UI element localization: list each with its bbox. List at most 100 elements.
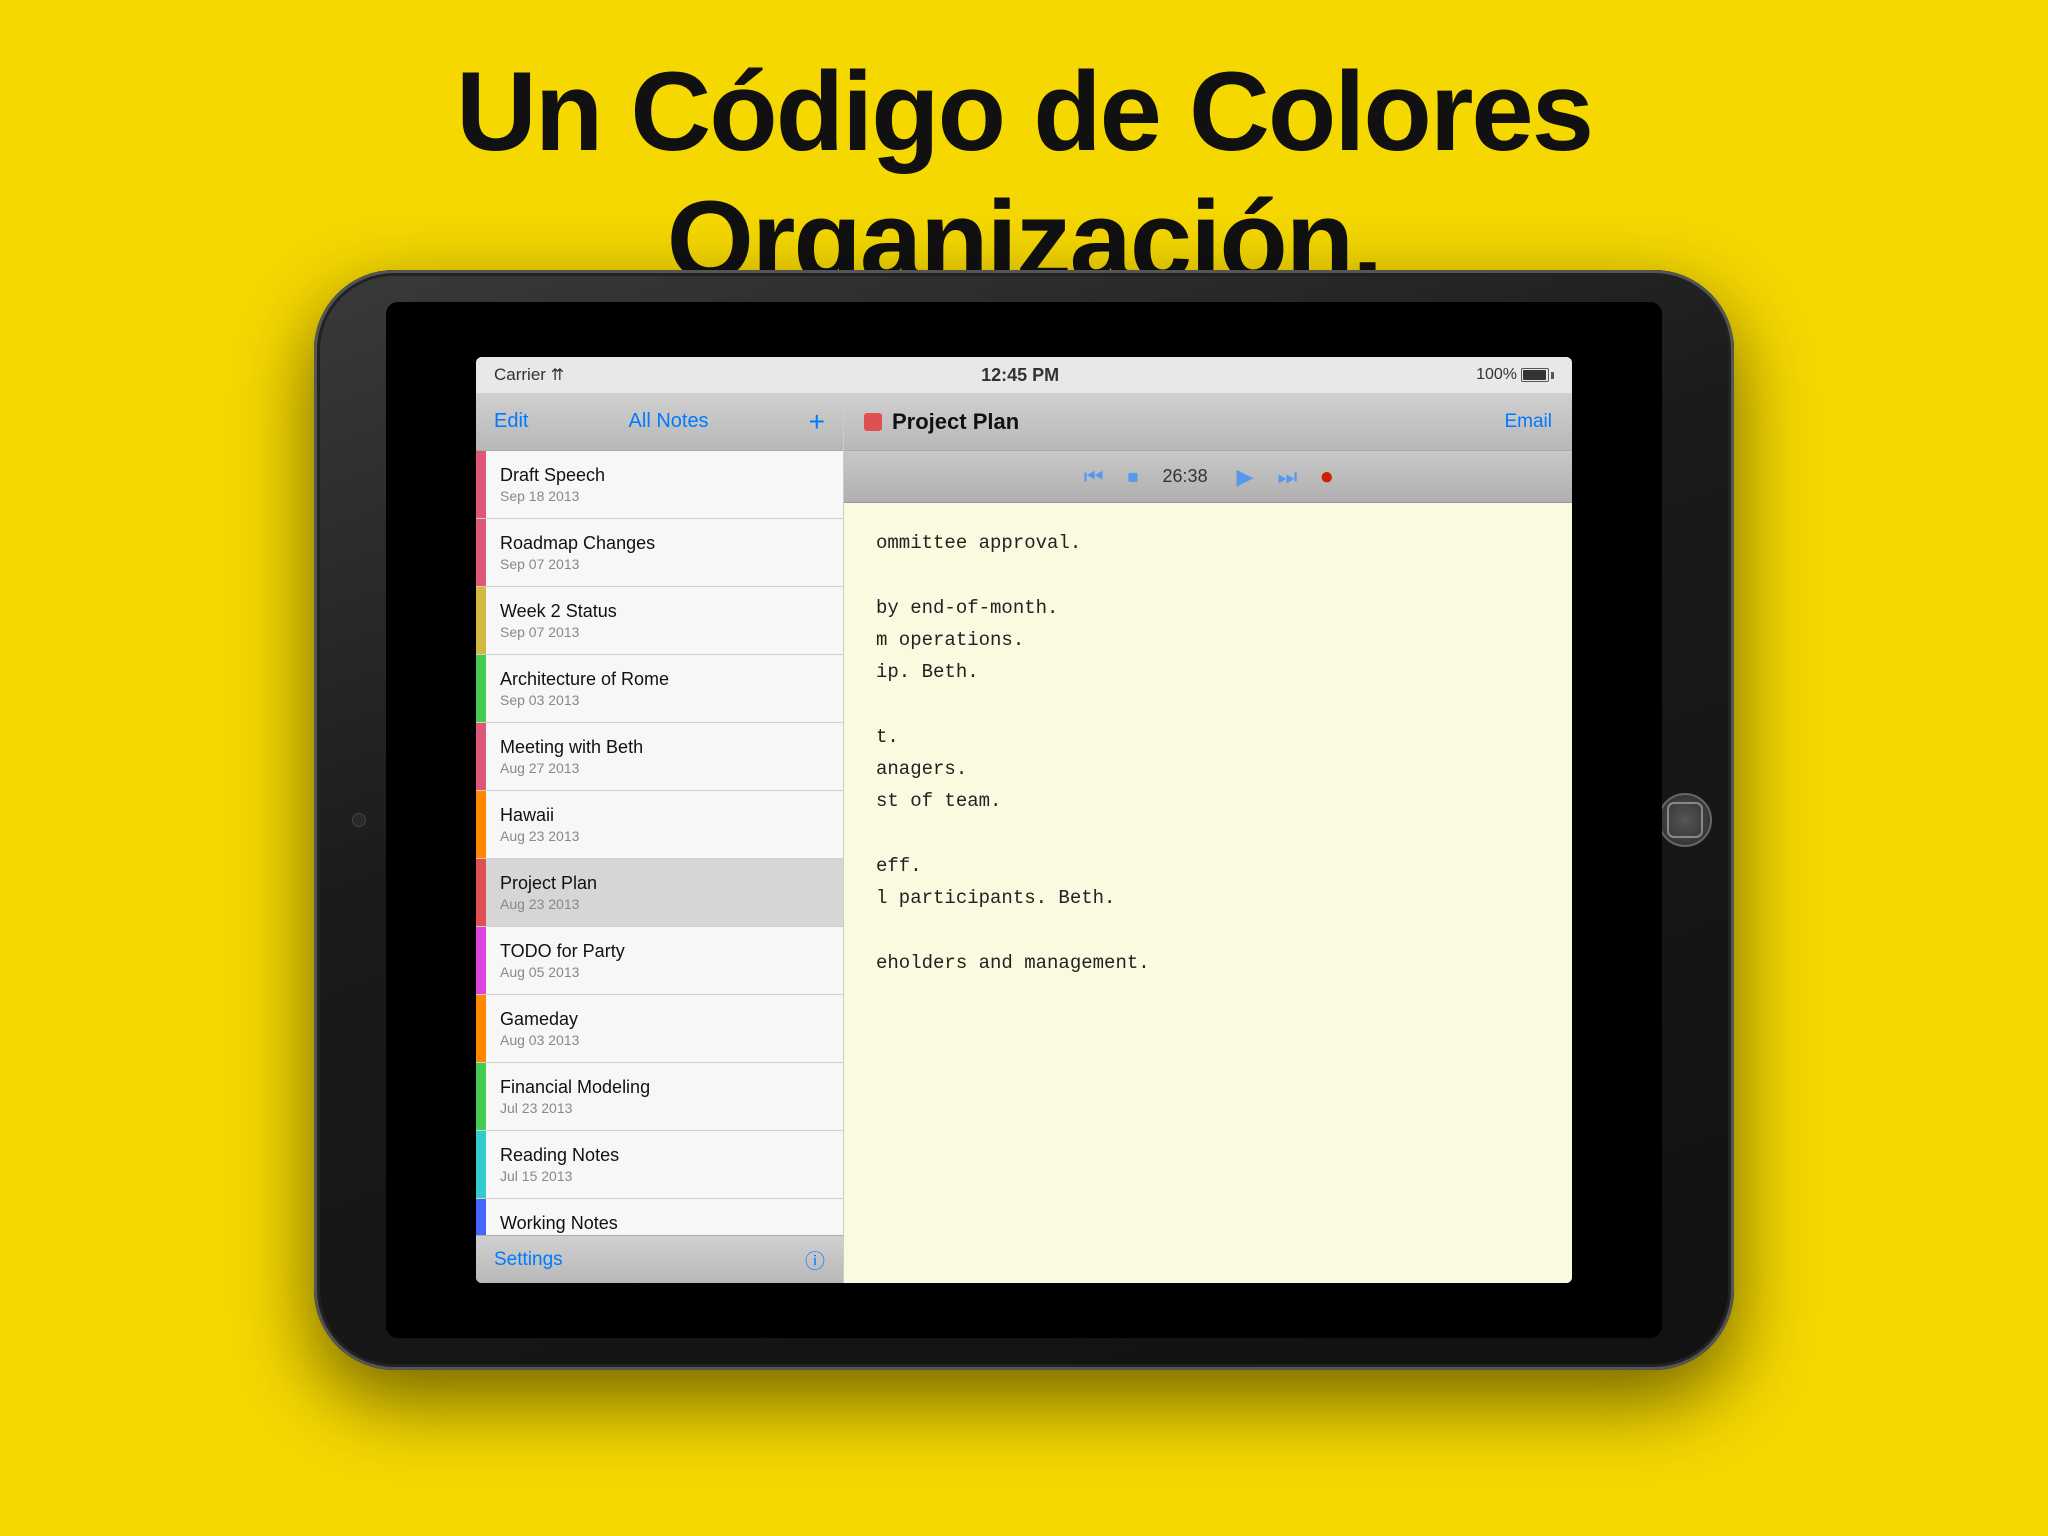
note-color-bar (476, 451, 486, 518)
all-notes-button[interactable]: All Notes (629, 410, 709, 433)
record-button[interactable]: ⏺ (1321, 464, 1332, 490)
note-text-area: Reading Notes Jul 15 2013 (486, 1131, 843, 1198)
carrier-text: Carrier (494, 365, 546, 384)
note-list-item[interactable]: Project Plan Aug 23 2013 (476, 859, 843, 927)
note-item-title: Draft Speech (500, 465, 829, 486)
home-button-inner (1667, 802, 1703, 838)
note-item-date: Aug 03 2013 (500, 1032, 829, 1048)
note-item-title: Roadmap Changes (500, 533, 829, 554)
note-content-area[interactable]: ommittee approval. by end-of-month.m ope… (844, 503, 1572, 1283)
note-item-date: Sep 07 2013 (500, 556, 829, 572)
note-item-title: Week 2 Status (500, 601, 829, 622)
note-color-bar (476, 1131, 486, 1198)
status-bar: Carrier ⇈ 12:45 PM 100% (476, 357, 1572, 393)
carrier-label: Carrier ⇈ (494, 365, 564, 385)
note-content-line: t. (876, 721, 1540, 753)
note-content-line: st of team. (876, 785, 1540, 817)
note-content-line: anagers. (876, 753, 1540, 785)
note-content-line: m operations. (876, 624, 1540, 656)
note-item-date: Aug 05 2013 (500, 964, 829, 980)
note-text-area: Working Notes Jul 12 2013 (486, 1199, 843, 1235)
note-text-area: Financial Modeling Jul 23 2013 (486, 1063, 843, 1130)
notes-scroll-area[interactable]: Draft Speech Sep 18 2013 Roadmap Changes… (476, 451, 843, 1235)
battery-indicator: 100% (1476, 366, 1554, 384)
note-item-date: Sep 18 2013 (500, 488, 829, 504)
note-content-line: eholders and management. (876, 947, 1540, 979)
note-list-item[interactable]: Meeting with Beth Aug 27 2013 (476, 723, 843, 791)
note-list-item[interactable]: Architecture of Rome Sep 03 2013 (476, 655, 843, 723)
note-item-title: Meeting with Beth (500, 737, 829, 758)
note-list-item[interactable]: Hawaii Aug 23 2013 (476, 791, 843, 859)
note-content-line (876, 915, 1540, 947)
note-item-date: Sep 03 2013 (500, 692, 829, 708)
note-list-item[interactable]: TODO for Party Aug 05 2013 (476, 927, 843, 995)
detail-note-title: Project Plan (892, 409, 1019, 435)
notes-list-panel: Edit All Notes + Draft Speech Sep 18 201… (476, 393, 844, 1283)
detail-toolbar: Project Plan Email (844, 393, 1572, 451)
battery-percent: 100% (1476, 366, 1517, 384)
play-button[interactable]: ▶ (1237, 464, 1254, 490)
note-list-item[interactable]: Week 2 Status Sep 07 2013 (476, 587, 843, 655)
note-list-item[interactable]: Gameday Aug 03 2013 (476, 995, 843, 1063)
note-item-title: TODO for Party (500, 941, 829, 962)
note-text-area: Gameday Aug 03 2013 (486, 995, 843, 1062)
headline-section: Un Código de Colores Organización. (0, 0, 2048, 306)
note-list-item[interactable]: Financial Modeling Jul 23 2013 (476, 1063, 843, 1131)
note-list-item[interactable]: Roadmap Changes Sep 07 2013 (476, 519, 843, 587)
note-item-title: Project Plan (500, 873, 829, 894)
home-button[interactable] (1658, 793, 1712, 847)
note-item-date: Aug 23 2013 (500, 828, 829, 844)
note-item-date: Jul 23 2013 (500, 1100, 829, 1116)
note-color-bar (476, 859, 486, 926)
note-item-title: Hawaii (500, 805, 829, 826)
email-button[interactable]: Email (1504, 411, 1552, 433)
note-content-line: eff. (876, 850, 1540, 882)
note-color-bar (476, 655, 486, 722)
note-text-area: Week 2 Status Sep 07 2013 (486, 587, 843, 654)
headline-line1: Un Código de Colores (456, 49, 1592, 174)
add-note-button[interactable]: + (809, 406, 825, 438)
wifi-icon: ⇈ (551, 367, 564, 384)
headline-text: Un Código de Colores Organización. (0, 48, 2048, 306)
edit-button[interactable]: Edit (494, 410, 528, 433)
note-content-line (876, 818, 1540, 850)
note-list-item[interactable]: Reading Notes Jul 15 2013 (476, 1131, 843, 1199)
detail-color-dot (864, 413, 882, 431)
detail-title-bar: Project Plan (864, 409, 1019, 435)
note-item-title: Working Notes (500, 1213, 829, 1234)
note-color-bar (476, 587, 486, 654)
note-item-title: Financial Modeling (500, 1077, 829, 1098)
note-item-title: Reading Notes (500, 1145, 829, 1166)
audio-recording-bar: ⏮ ⏹ 26:38 ▶ ⏭ ⏺ (844, 451, 1572, 503)
battery-icon (1521, 368, 1554, 382)
note-color-bar (476, 723, 486, 790)
note-color-bar (476, 791, 486, 858)
note-content-line: l participants. Beth. (876, 882, 1540, 914)
note-color-bar (476, 1199, 486, 1235)
status-time: 12:45 PM (981, 365, 1059, 386)
fast-forward-button[interactable]: ⏭ (1277, 464, 1297, 490)
rewind-button[interactable]: ⏮ (1084, 464, 1104, 490)
note-list-item[interactable]: Working Notes Jul 12 2013 (476, 1199, 843, 1235)
note-content-line (876, 559, 1540, 591)
ipad-bezel: Carrier ⇈ 12:45 PM 100% (386, 302, 1662, 1338)
info-button[interactable]: ⓘ (805, 1245, 825, 1274)
note-text-area: Project Plan Aug 23 2013 (486, 859, 843, 926)
note-text-area: Draft Speech Sep 18 2013 (486, 451, 843, 518)
note-detail-panel: Project Plan Email ⏮ ⏹ 26:38 ▶ ⏭ ⏺ (844, 393, 1572, 1283)
note-item-title: Gameday (500, 1009, 829, 1030)
note-item-date: Sep 07 2013 (500, 624, 829, 640)
note-color-bar (476, 995, 486, 1062)
ipad-device: Carrier ⇈ 12:45 PM 100% (314, 270, 1734, 1370)
notes-bottom-bar: Settings ⓘ (476, 1235, 843, 1283)
stop-button[interactable]: ⏹ (1128, 464, 1139, 490)
note-content-line: ip. Beth. (876, 656, 1540, 688)
note-content-line: ommittee approval. (876, 527, 1540, 559)
note-list-item[interactable]: Draft Speech Sep 18 2013 (476, 451, 843, 519)
note-color-bar (476, 519, 486, 586)
note-item-title: Architecture of Rome (500, 669, 829, 690)
note-color-bar (476, 1063, 486, 1130)
note-text-area: TODO for Party Aug 05 2013 (486, 927, 843, 994)
settings-button[interactable]: Settings (494, 1249, 563, 1271)
note-text-area: Hawaii Aug 23 2013 (486, 791, 843, 858)
